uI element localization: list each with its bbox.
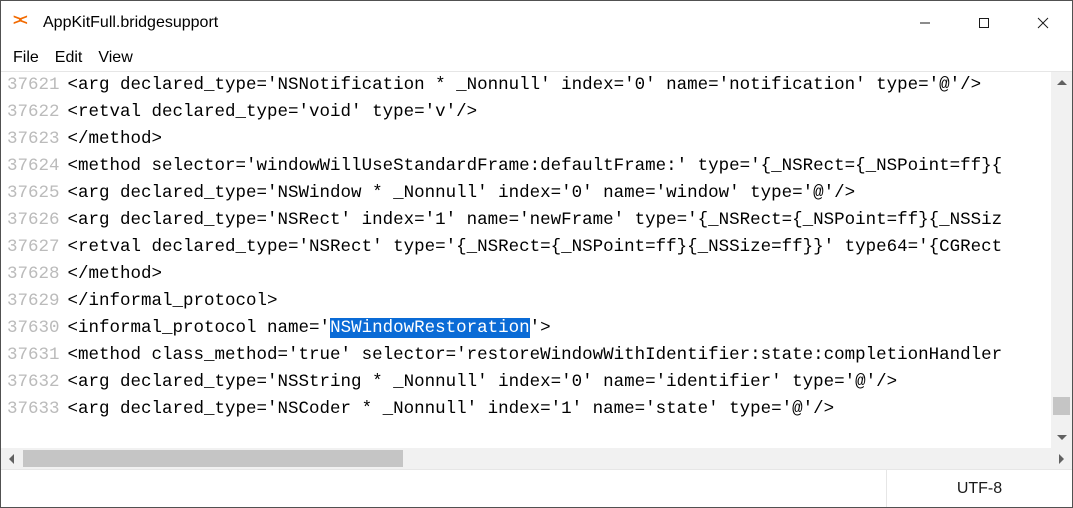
- line-number: 37630: [1, 315, 64, 342]
- statusbar: UTF-8: [1, 469, 1072, 507]
- menu-view[interactable]: View: [90, 47, 140, 69]
- text-editor[interactable]: 3762137622376233762437625376263762737628…: [1, 72, 1051, 448]
- code-line[interactable]: <method selector='windowWillUseStandardF…: [68, 153, 1051, 180]
- line-number: 37633: [1, 396, 64, 423]
- titlebar: >< AppKitFull.bridgesupport: [1, 1, 1072, 44]
- code-line[interactable]: <retval declared_type='void' type='v'/>: [68, 99, 1051, 126]
- encoding-indicator[interactable]: UTF-8: [886, 470, 1072, 507]
- line-number: 37629: [1, 288, 64, 315]
- vertical-scrollbar[interactable]: [1051, 72, 1072, 448]
- code-line[interactable]: </informal_protocol>: [68, 288, 1051, 315]
- scroll-right-arrow[interactable]: [1051, 448, 1072, 469]
- code-line[interactable]: <arg declared_type='NSWindow * _Nonnull'…: [68, 180, 1051, 207]
- window-title: AppKitFull.bridgesupport: [43, 14, 218, 32]
- scroll-left-arrow[interactable]: [1, 448, 22, 469]
- scroll-down-arrow[interactable]: [1051, 427, 1072, 448]
- line-number: 37622: [1, 99, 64, 126]
- code-line[interactable]: <retval declared_type='NSRect' type='{_N…: [68, 234, 1051, 261]
- close-button[interactable]: [1013, 1, 1072, 44]
- line-number: 37632: [1, 369, 64, 396]
- maximize-icon: [978, 17, 990, 29]
- line-number: 37624: [1, 153, 64, 180]
- code-line[interactable]: </method>: [68, 126, 1051, 153]
- code-line[interactable]: <informal_protocol name='NSWindowRestora…: [68, 315, 1051, 342]
- line-number: 37625: [1, 180, 64, 207]
- code-content[interactable]: <arg declared_type='NSNotification * _No…: [66, 72, 1051, 448]
- line-number: 37631: [1, 342, 64, 369]
- code-line[interactable]: <arg declared_type='NSCoder * _Nonnull' …: [68, 396, 1051, 423]
- code-line[interactable]: <method class_method='true' selector='re…: [68, 342, 1051, 369]
- line-number-gutter: 3762137622376233762437625376263762737628…: [1, 72, 66, 448]
- line-number: 37621: [1, 72, 64, 99]
- maximize-button[interactable]: [954, 1, 1013, 44]
- line-number: 37626: [1, 207, 64, 234]
- horizontal-scroll-thumb[interactable]: [23, 450, 403, 467]
- line-number: 37623: [1, 126, 64, 153]
- window-controls: [895, 1, 1072, 44]
- code-line[interactable]: <arg declared_type='NSRect' index='1' na…: [68, 207, 1051, 234]
- vertical-scroll-thumb[interactable]: [1053, 397, 1070, 415]
- app-icon: ><: [13, 14, 31, 32]
- code-line[interactable]: </method>: [68, 261, 1051, 288]
- scroll-up-arrow[interactable]: [1051, 72, 1072, 93]
- close-icon: [1037, 17, 1049, 29]
- menu-edit[interactable]: Edit: [47, 47, 91, 69]
- minimize-button[interactable]: [895, 1, 954, 44]
- horizontal-scrollbar[interactable]: [1, 448, 1072, 469]
- window: >< AppKitFull.bridgesupport File Edit Vi…: [0, 0, 1073, 508]
- code-line[interactable]: <arg declared_type='NSNotification * _No…: [68, 72, 1051, 99]
- minimize-icon: [919, 17, 931, 29]
- line-number: 37628: [1, 261, 64, 288]
- line-number: 37627: [1, 234, 64, 261]
- code-line[interactable]: <arg declared_type='NSString * _Nonnull'…: [68, 369, 1051, 396]
- text-selection: NSWindowRestoration: [330, 318, 530, 338]
- menu-file[interactable]: File: [5, 47, 47, 69]
- menubar: File Edit View: [1, 44, 1072, 71]
- editor-area: 3762137622376233762437625376263762737628…: [1, 71, 1072, 469]
